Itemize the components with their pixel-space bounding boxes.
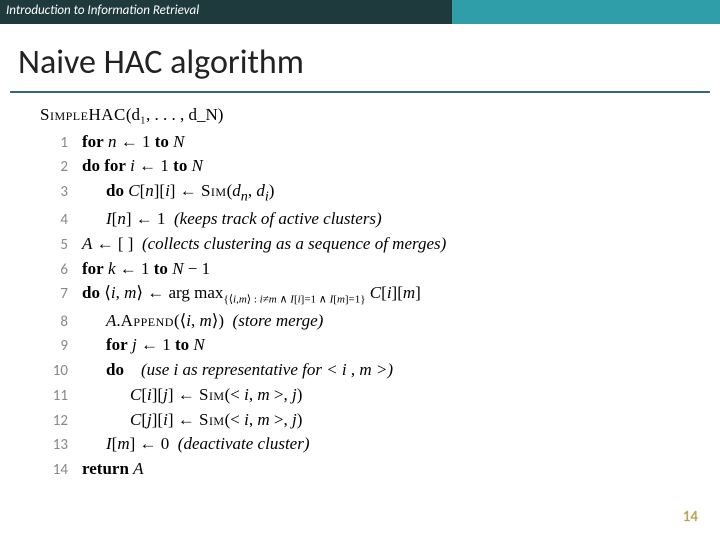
algo-line: 9 for j ← 1 to N [40, 333, 720, 358]
page-number: 14 [683, 508, 698, 526]
algo-line: 14 return A [40, 457, 720, 482]
line-body: for k ← 1 to N − 1 [82, 257, 210, 282]
algo-line: 3 do C[n][i] ← Sim(dn, di) [40, 179, 720, 207]
line-number: 10 [40, 361, 68, 383]
header-bar: Introduction to Information Retrieval [0, 0, 720, 24]
line-number: 9 [40, 336, 68, 358]
course-title: Introduction to Information Retrieval [0, 0, 452, 24]
line-number: 11 [40, 386, 68, 408]
line-number: 12 [40, 411, 68, 433]
algo-line: 8 A.Append(⟨i, m⟩) (store merge) [40, 309, 720, 334]
title-rule [10, 91, 710, 93]
algo-line: 4 I[n] ← 1 (keeps track of active cluster… [40, 207, 720, 232]
line-number: 14 [40, 460, 68, 482]
algo-line: 2 do for i ← 1 to N [40, 154, 720, 179]
algorithm-block: SimpleHAC(d₁, . . . , d_N) 1 for n ← 1 to… [40, 103, 720, 482]
line-body: for j ← 1 to N [82, 333, 205, 358]
line-body: for n ← 1 to N [82, 130, 184, 155]
algo-line: 11 C[i][j] ← Sim(< i, m >, j) [40, 383, 720, 408]
algorithm-name: SimpleHAC [40, 105, 126, 124]
line-number: 1 [40, 133, 68, 155]
algo-line: 7 do ⟨i, m⟩ ← arg max{⟨i,m⟩ : i≠m ∧ I[i]=… [40, 281, 720, 308]
line-body: do (use i as representative for < i , m … [82, 358, 393, 383]
line-body: do for i ← 1 to N [82, 154, 203, 179]
line-body: do C[n][i] ← Sim(dn, di) [82, 179, 274, 207]
line-body: I[m] ← 0 (deactivate cluster) [82, 432, 310, 457]
algo-line: 10 do (use i as representative for < i , … [40, 358, 720, 383]
line-number: 3 [40, 182, 68, 204]
line-number: 13 [40, 435, 68, 457]
line-number: 5 [40, 235, 68, 257]
line-body: I[n] ← 1 (keeps track of active clusters… [82, 207, 382, 232]
algo-line: 13 I[m] ← 0 (deactivate cluster) [40, 432, 720, 457]
algo-line: 5 A ← [ ] (collects clustering as a seque… [40, 232, 720, 257]
algorithm-args: (d₁, . . . , d_N) [126, 105, 224, 124]
line-number: 7 [40, 284, 68, 306]
header-accent [452, 0, 720, 24]
slide-title: Naive HAC algorithm [18, 42, 720, 83]
line-body: do ⟨i, m⟩ ← arg max{⟨i,m⟩ : i≠m ∧ I[i]=1… [82, 281, 421, 308]
line-body: C[j][i] ← Sim(< i, m >, j) [82, 408, 302, 433]
algo-line: 1 for n ← 1 to N [40, 130, 720, 155]
line-number: 8 [40, 312, 68, 334]
line-number: 2 [40, 157, 68, 179]
line-number: 4 [40, 210, 68, 232]
line-body: return A [82, 457, 144, 482]
line-number: 6 [40, 260, 68, 282]
line-body: C[i][j] ← Sim(< i, m >, j) [82, 383, 302, 408]
algo-line: 12 C[j][i] ← Sim(< i, m >, j) [40, 408, 720, 433]
line-body: A.Append(⟨i, m⟩) (store merge) [82, 309, 323, 334]
line-body: A ← [ ] (collects clustering as a sequen… [82, 232, 446, 257]
algo-line: 6 for k ← 1 to N − 1 [40, 257, 720, 282]
algorithm-signature: SimpleHAC(d₁, . . . , d_N) [40, 103, 720, 128]
